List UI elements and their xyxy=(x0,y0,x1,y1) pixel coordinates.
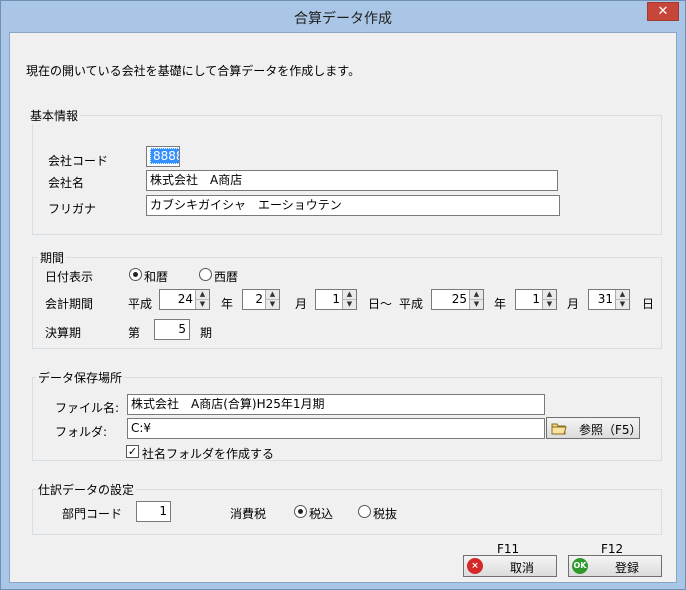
create-folder-checkbox[interactable]: ✓ xyxy=(126,445,139,458)
dept-code-label: 部門コード xyxy=(62,507,123,521)
company-code-field[interactable]: 8888 xyxy=(146,146,180,167)
start-month-unit: 月 xyxy=(295,297,308,311)
spin-up-icon[interactable]: ▲ xyxy=(343,290,356,300)
spin-up-icon[interactable]: ▲ xyxy=(616,290,629,300)
save-location-title: データ保存場所 xyxy=(36,369,125,386)
create-folder-label: 社名フォルダを作成する xyxy=(142,447,275,461)
date-display-label: 日付表示 xyxy=(45,270,94,284)
end-day-unit: 日 xyxy=(642,297,655,311)
start-year-value: 24 xyxy=(177,292,193,306)
browse-label: 参照（F5） xyxy=(579,423,642,437)
close-button[interactable]: ✕ xyxy=(647,2,679,21)
spin-up-icon[interactable]: ▲ xyxy=(266,290,279,300)
spin-up-icon[interactable]: ▲ xyxy=(470,290,483,300)
title-bar[interactable]: 合算データ作成 ✕ xyxy=(1,1,685,31)
end-month-spinner[interactable]: 1 ▲ ▼ xyxy=(515,289,557,310)
seireki-label: 西暦 xyxy=(214,270,239,284)
tax-included-radio[interactable] xyxy=(294,505,307,518)
furigana-field[interactable]: カブシキガイシャ エーショウテン xyxy=(146,195,560,216)
browse-button[interactable]: 参照（F5） xyxy=(546,417,642,439)
dialog-window: 合算データ作成 ✕ 現在の開いている会社を基礎にして合算データを作成します。 基… xyxy=(0,0,686,590)
spin-down-icon[interactable]: ▼ xyxy=(343,300,356,309)
spin-down-icon[interactable]: ▼ xyxy=(543,300,556,309)
start-year-spinner[interactable]: 24 ▲ ▼ xyxy=(159,289,210,310)
company-name-field[interactable]: 株式会社 A商店 xyxy=(146,170,558,191)
spinner-arrows[interactable]: ▲ ▼ xyxy=(542,290,556,309)
spinner-arrows[interactable]: ▲ ▼ xyxy=(195,290,209,309)
fiscal-period-label: 会計期間 xyxy=(45,297,94,311)
settlement-prefix: 第 xyxy=(128,326,141,340)
furigana-label: フリガナ xyxy=(48,202,97,216)
dialog-body: 現在の開いている会社を基礎にして合算データを作成します。 基本情報 会社コード … xyxy=(9,32,677,583)
spinner-arrows[interactable]: ▲ ▼ xyxy=(265,290,279,309)
end-month-unit: 月 xyxy=(567,297,580,311)
wareki-label: 和暦 xyxy=(144,270,169,284)
period-title: 期間 xyxy=(38,249,67,266)
spin-up-icon[interactable]: ▲ xyxy=(543,290,556,300)
filename-field[interactable]: 株式会社 A商店(合算)H25年1月期 xyxy=(127,394,545,415)
folder-icon xyxy=(551,421,567,435)
folder-field[interactable]: C:¥ xyxy=(127,418,545,439)
register-button[interactable]: OK 登録 xyxy=(568,555,662,577)
journal-title: 仕訳データの設定 xyxy=(36,481,137,498)
seireki-radio[interactable] xyxy=(199,268,212,281)
cancel-button[interactable]: × 取消 xyxy=(463,555,557,577)
ok-icon: OK xyxy=(572,558,588,574)
spin-down-icon[interactable]: ▼ xyxy=(196,300,209,309)
description-text: 現在の開いている会社を基礎にして合算データを作成します。 xyxy=(26,64,361,78)
company-code-label: 会社コード xyxy=(48,154,109,168)
spin-down-icon[interactable]: ▼ xyxy=(470,300,483,309)
day-range-label: 日～ xyxy=(368,297,393,311)
start-day-value: 1 xyxy=(332,292,340,306)
spinner-arrows[interactable]: ▲ ▼ xyxy=(469,290,483,309)
dept-code-field[interactable]: 1 xyxy=(136,501,171,522)
end-year-unit: 年 xyxy=(494,297,507,311)
spin-down-icon[interactable]: ▼ xyxy=(266,300,279,309)
company-name-label: 会社名 xyxy=(48,176,85,190)
spin-up-icon[interactable]: ▲ xyxy=(196,290,209,300)
cancel-icon: × xyxy=(467,558,483,574)
start-year-unit: 年 xyxy=(221,297,234,311)
tax-excluded-label: 税抜 xyxy=(373,507,398,521)
tax-included-label: 税込 xyxy=(309,507,334,521)
window-title: 合算データ作成 xyxy=(294,11,392,27)
spinner-arrows[interactable]: ▲ ▼ xyxy=(342,290,356,309)
era-end-label: 平成 xyxy=(399,297,424,311)
end-day-spinner[interactable]: 31 ▲ ▼ xyxy=(588,289,630,310)
cancel-label: 取消 xyxy=(510,561,535,575)
start-day-spinner[interactable]: 1 ▲ ▼ xyxy=(315,289,357,310)
era-start-label: 平成 xyxy=(128,297,153,311)
tax-label: 消費税 xyxy=(230,507,267,521)
spinner-arrows[interactable]: ▲ ▼ xyxy=(615,290,629,309)
register-label: 登録 xyxy=(615,561,640,575)
end-day-value: 31 xyxy=(597,292,613,306)
cancel-shortcut-label: F11 xyxy=(497,542,520,556)
settlement-label: 決算期 xyxy=(45,326,82,340)
end-year-spinner[interactable]: 25 ▲ ▼ xyxy=(431,289,484,310)
start-month-value: 2 xyxy=(255,292,263,306)
folder-label: フォルダ: xyxy=(55,425,108,439)
start-month-spinner[interactable]: 2 ▲ ▼ xyxy=(242,289,280,310)
register-shortcut-label: F12 xyxy=(601,542,624,556)
company-code-value: 8888 xyxy=(150,148,179,164)
wareki-radio[interactable] xyxy=(129,268,142,281)
spin-down-icon[interactable]: ▼ xyxy=(616,300,629,309)
tax-excluded-radio[interactable] xyxy=(358,505,371,518)
basic-info-title: 基本情報 xyxy=(28,107,81,124)
filename-label: ファイル名: xyxy=(55,401,120,415)
end-year-value: 25 xyxy=(451,292,467,306)
settlement-suffix: 期 xyxy=(200,326,213,340)
settlement-field[interactable]: 5 xyxy=(154,319,190,340)
end-month-value: 1 xyxy=(532,292,540,306)
